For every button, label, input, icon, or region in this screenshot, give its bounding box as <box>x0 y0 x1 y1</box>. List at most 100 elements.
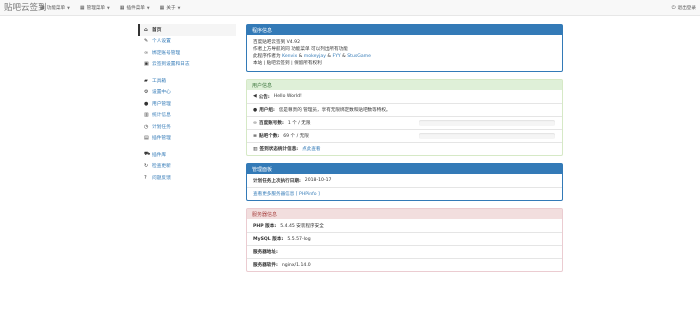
sidebar-group-misc: ⛟ 插件库 ↻ 检查更新 ? 问题反馈 <box>138 149 236 184</box>
menu-admin-label: 管理菜单 <box>86 6 106 11</box>
sign-status-label: 签到状态统计信息: <box>259 147 299 152</box>
server-info-panel: 服务器信息 PHP 版本: 5.4.45 安装程序安全 MySQL 版本: 5.… <box>246 208 563 272</box>
user-group-value: 您是尊贵的 管理员，享有无限绑定数和贴吧数等特权。 <box>278 108 391 113</box>
mysql-version-row: MySQL 版本: 5.5.57-log <box>247 232 562 245</box>
sidebar-item-users[interactable]: ● 用户管理 <box>138 98 236 110</box>
mysql-version-label: MySQL 版本: <box>253 237 284 242</box>
sidebar-item-label: 问题反馈 <box>152 175 171 181</box>
logout-button[interactable]: ⏻ 退出登录 <box>672 0 696 16</box>
admin-list: 计划任务上次执行日期: 2018-10-17 查看更多服务器信息 [ PHPin… <box>247 174 562 200</box>
program-info-body: 百度贴吧云签到 V4.92 作者上方导航的同 功能菜单 可以列出所有功能 此程序… <box>247 35 562 71</box>
tieba-count-row: ≣ 贴吧个数: 69 个 / 无限 <box>247 129 562 142</box>
sidebar-item-signlog[interactable]: ▣ 云签到设置和日志 <box>138 59 236 71</box>
author-link-kenvix[interactable]: Kenvix <box>282 54 297 59</box>
sidebar-item-feedback[interactable]: ? 问题反馈 <box>138 172 236 184</box>
sign-status-link[interactable]: 点此查看 <box>302 146 320 152</box>
sidebar-item-update[interactable]: ↻ 检查更新 <box>138 161 236 173</box>
tieba-progress-bar <box>419 133 555 139</box>
tieba-count-value: 69 个 / 无限 <box>283 134 309 139</box>
author-link-mokeyjay[interactable]: mokeyjay <box>304 54 326 59</box>
briefcase-icon: ▰ <box>144 77 148 84</box>
grid-icon: ▦ <box>40 5 45 11</box>
php-version-value: 5.4.45 安装程序安全 <box>280 223 324 229</box>
admin-panel: 管理面板 计划任务上次执行日期: 2018-10-17 查看更多服务器信息 [ … <box>246 163 563 201</box>
menu-plugins-label: 插件菜单 <box>126 6 145 11</box>
bullhorn-icon: ◀ <box>253 94 257 99</box>
cog-icon: ⚙ <box>144 89 149 96</box>
main-content: 程序信息 百度贴吧云签到 V4.92 作者上方导航的同 功能菜单 可以列出所有功… <box>246 24 563 279</box>
sidebar-item-store[interactable]: ⛟ 插件库 <box>138 149 236 161</box>
authors-prefix: 此程序作者为 <box>253 54 283 59</box>
menu-admin[interactable]: ▦ 管理菜单 ▼ <box>80 5 110 11</box>
wrench-icon: ✎ <box>144 38 149 45</box>
refresh-icon: ↻ <box>144 163 149 170</box>
sidebar-item-cron[interactable]: ◷ 计划任务 <box>138 121 236 133</box>
cart-icon: ⛟ <box>144 151 151 158</box>
menu-plugins[interactable]: ▦ 插件菜单 ▼ <box>120 5 150 11</box>
sidebar-item-label: 用户管理 <box>152 101 171 107</box>
sidebar-item-stats[interactable]: ▥ 统计信息 <box>138 110 236 122</box>
link-icon: ∞ <box>253 120 257 126</box>
caret-down-icon: ▼ <box>146 6 150 10</box>
user-icon: ● <box>144 100 149 107</box>
authors-line: 此程序作者为 Kenvix & mokeyjay & FYY & StusGam… <box>253 53 556 60</box>
sidebar-item-label: 云签到设置和日志 <box>152 62 190 68</box>
user-info-list: ◀ 公告: Hello World! ● 用户组: 您是尊贵的 管理员，享有无限… <box>247 90 562 155</box>
panel-title: 程序信息 <box>247 25 562 35</box>
grid-icon: ▦ <box>79 5 85 11</box>
sidebar: ⌂ 首页 ✎ 个人设置 ∞ 绑定账号管理 ▣ 云签到设置和日志 ▰ 工具箱 ⚙ … <box>138 24 236 189</box>
cron-date-row: 计划任务上次执行日期: 2018-10-17 <box>247 174 562 187</box>
sidebar-item-config[interactable]: ⚙ 设置中心 <box>138 87 236 99</box>
author-link-fyy[interactable]: FYY <box>332 54 340 59</box>
author-link-stusgame[interactable]: StusGame <box>347 54 371 59</box>
server-software-value: nginx/1.14.0 <box>281 262 311 268</box>
link-icon: ∞ <box>144 49 149 56</box>
sidebar-item-settings[interactable]: ✎ 个人设置 <box>138 36 236 48</box>
caret-down-icon: ▼ <box>67 6 70 10</box>
sidebar-item-label: 检查更新 <box>152 164 171 170</box>
sidebar-group-admin: ▰ 工具箱 ⚙ 设置中心 ● 用户管理 ▥ 统计信息 ◷ 计划任务 ▤ 插件管理 <box>138 75 236 144</box>
mysql-version-value: 5.5.57-log <box>287 236 311 242</box>
panel-title: 管理面板 <box>247 164 562 174</box>
menu-about[interactable]: ▦ 关于 ▼ <box>160 5 181 11</box>
user-info-panel: 用户信息 ◀ 公告: Hello World! ● 用户组: 您是尊贵的 管理员… <box>246 79 563 156</box>
sidebar-item-plugins[interactable]: ▤ 插件管理 <box>138 133 236 145</box>
list-icon: ≣ <box>253 133 258 139</box>
home-icon: ⌂ <box>144 26 148 33</box>
menu-functions[interactable]: ▦ 功能菜单 ▼ <box>40 5 70 11</box>
panel-title: 服务器信息 <box>247 209 562 219</box>
server-software-label: 服务器软件: <box>253 263 278 268</box>
bind-count-row: ∞ 百度账号数: 1 个 / 无限 <box>247 116 562 129</box>
clock-icon: ◷ <box>144 123 149 130</box>
bind-count-label: 百度账号数: <box>259 121 284 126</box>
server-list: PHP 版本: 5.4.45 安装程序安全 MySQL 版本: 5.5.57-l… <box>247 219 562 271</box>
menu-functions-label: 功能菜单 <box>46 6 66 11</box>
sidebar-item-label: 插件库 <box>152 152 167 158</box>
grid-icon: ▦ <box>119 5 125 11</box>
phpinfo-link[interactable]: 查看更多服务器信息 [ PHPinfo ] <box>253 191 320 197</box>
announcement-row: ◀ 公告: Hello World! <box>247 90 562 103</box>
panel-title: 用户信息 <box>247 80 562 90</box>
question-icon: ? <box>144 174 147 181</box>
sidebar-item-home[interactable]: ⌂ 首页 <box>138 24 236 36</box>
cron-date-label: 计划任务上次执行日期: <box>253 178 301 184</box>
sign-status-row: ▥ 签到状态统计信息: 点此查看 <box>247 142 562 155</box>
sidebar-item-label: 插件管理 <box>152 136 171 142</box>
sidebar-item-label: 工具箱 <box>152 78 167 84</box>
server-software-row: 服务器软件: nginx/1.14.0 <box>247 258 562 271</box>
logout-label: 退出登录 <box>677 6 696 11</box>
sidebar-item-label: 计划任务 <box>152 124 171 130</box>
version-text: 百度贴吧云签到 V4.92 <box>253 40 300 45</box>
sidebar-item-toolbox[interactable]: ▰ 工具箱 <box>138 75 236 87</box>
server-address-label: 服务器地址: <box>253 250 278 255</box>
hint-text: 作者上方导航的同 功能菜单 可以列出所有功能 <box>253 47 348 52</box>
user-group-row: ● 用户组: 您是尊贵的 管理员，享有无限绑定数和贴吧数等特权。 <box>247 103 562 116</box>
cron-date-value: 2018-10-17 <box>304 178 332 183</box>
php-version-label: PHP 版本: <box>253 223 277 229</box>
top-navbar: 贴吧云签到 ▦ 功能菜单 ▼ ▦ 管理菜单 ▼ ▦ 插件菜单 ▼ ▦ 关于 ▼ … <box>0 0 700 16</box>
copyright-text: 本站 | 贴吧云签到 | 保留所有权利 <box>253 61 322 66</box>
stats-icon: ▥ <box>144 112 149 119</box>
sidebar-item-accounts[interactable]: ∞ 绑定账号管理 <box>138 47 236 59</box>
bind-count-value: 1 个 / 无限 <box>287 121 311 126</box>
grid-icon: ▦ <box>159 5 165 11</box>
